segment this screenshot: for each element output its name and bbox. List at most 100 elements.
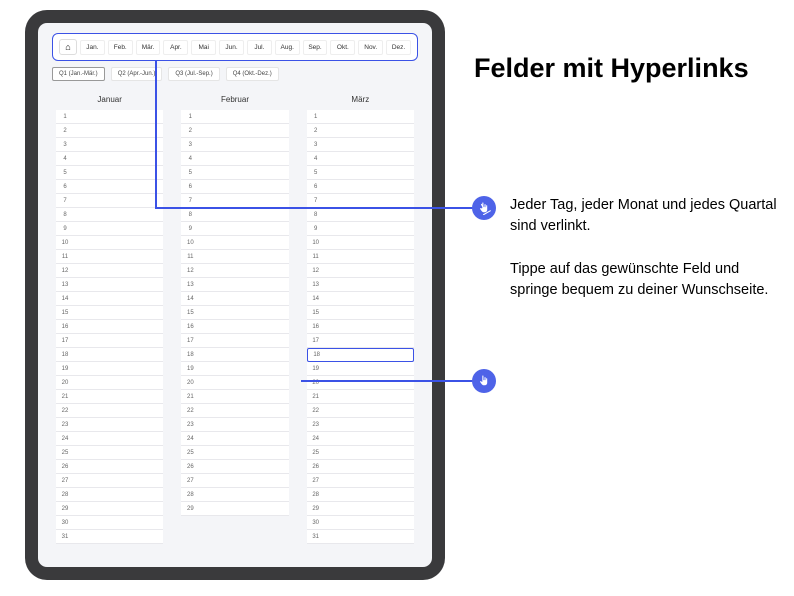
- day-cell[interactable]: 9: [56, 222, 163, 236]
- day-cell[interactable]: 24: [56, 432, 163, 446]
- day-cell[interactable]: 15: [56, 306, 163, 320]
- day-cell[interactable]: 3: [307, 138, 414, 152]
- day-cell[interactable]: 23: [181, 418, 288, 432]
- day-cell[interactable]: 29: [181, 502, 288, 516]
- day-cell[interactable]: 26: [307, 460, 414, 474]
- day-cell[interactable]: 1: [56, 110, 163, 124]
- month-tab-jun[interactable]: Jun.: [219, 40, 244, 55]
- day-cell[interactable]: 23: [56, 418, 163, 432]
- month-tab-aug[interactable]: Aug.: [275, 40, 300, 55]
- month-tab-apr[interactable]: Apr.: [163, 40, 188, 55]
- day-cell[interactable]: 17: [181, 334, 288, 348]
- day-cell[interactable]: 27: [307, 474, 414, 488]
- day-cell[interactable]: 7: [56, 194, 163, 208]
- day-cell[interactable]: 2: [307, 124, 414, 138]
- month-tab-feb[interactable]: Feb.: [108, 40, 133, 55]
- day-cell[interactable]: 8: [307, 208, 414, 222]
- day-cell[interactable]: 5: [307, 166, 414, 180]
- day-cell[interactable]: 20: [56, 376, 163, 390]
- day-cell[interactable]: 25: [181, 446, 288, 460]
- day-cell[interactable]: 6: [181, 180, 288, 194]
- month-tab-mai[interactable]: Mai: [191, 40, 216, 55]
- month-tab-dez[interactable]: Dez.: [386, 40, 411, 55]
- day-cell[interactable]: 20: [307, 376, 414, 390]
- day-cell[interactable]: 18: [56, 348, 163, 362]
- day-cell[interactable]: 6: [307, 180, 414, 194]
- day-cell[interactable]: 9: [307, 222, 414, 236]
- day-cell[interactable]: 18: [307, 348, 414, 362]
- day-cell[interactable]: 19: [307, 362, 414, 376]
- day-cell[interactable]: 10: [181, 236, 288, 250]
- day-cell[interactable]: 28: [307, 488, 414, 502]
- day-cell[interactable]: 7: [307, 194, 414, 208]
- day-cell[interactable]: 14: [307, 292, 414, 306]
- day-cell[interactable]: 26: [181, 460, 288, 474]
- day-cell[interactable]: 22: [56, 404, 163, 418]
- day-cell[interactable]: 8: [181, 208, 288, 222]
- day-cell[interactable]: 5: [181, 166, 288, 180]
- quarter-tab-q1[interactable]: Q1 (Jan.-Mär.): [52, 67, 105, 81]
- day-cell[interactable]: 26: [56, 460, 163, 474]
- month-tab-sep[interactable]: Sep.: [303, 40, 328, 55]
- day-cell[interactable]: 3: [181, 138, 288, 152]
- day-cell[interactable]: 10: [56, 236, 163, 250]
- day-cell[interactable]: 18: [181, 348, 288, 362]
- day-cell[interactable]: 2: [181, 124, 288, 138]
- day-cell[interactable]: 4: [56, 152, 163, 166]
- day-cell[interactable]: 12: [181, 264, 288, 278]
- day-cell[interactable]: 13: [181, 278, 288, 292]
- month-tab-jul[interactable]: Jul.: [247, 40, 272, 55]
- month-tab-okt[interactable]: Okt.: [330, 40, 355, 55]
- month-tab-jan[interactable]: Jan.: [80, 40, 105, 55]
- day-cell[interactable]: 13: [56, 278, 163, 292]
- day-cell[interactable]: 16: [307, 320, 414, 334]
- day-cell[interactable]: 27: [181, 474, 288, 488]
- quarter-tab-q4[interactable]: Q4 (Okt.-Dez.): [226, 67, 279, 81]
- day-cell[interactable]: 28: [56, 488, 163, 502]
- day-cell[interactable]: 17: [56, 334, 163, 348]
- day-cell[interactable]: 15: [307, 306, 414, 320]
- day-cell[interactable]: 16: [56, 320, 163, 334]
- day-cell[interactable]: 25: [307, 446, 414, 460]
- day-cell[interactable]: 22: [181, 404, 288, 418]
- day-cell[interactable]: 28: [181, 488, 288, 502]
- day-cell[interactable]: 4: [181, 152, 288, 166]
- day-cell[interactable]: 10: [307, 236, 414, 250]
- day-cell[interactable]: 24: [307, 432, 414, 446]
- day-cell[interactable]: 21: [56, 390, 163, 404]
- home-button[interactable]: ⌂: [59, 39, 77, 55]
- day-cell[interactable]: 16: [181, 320, 288, 334]
- day-cell[interactable]: 20: [181, 376, 288, 390]
- day-cell[interactable]: 12: [307, 264, 414, 278]
- day-cell[interactable]: 31: [56, 530, 163, 544]
- day-cell[interactable]: 11: [56, 250, 163, 264]
- day-cell[interactable]: 19: [56, 362, 163, 376]
- day-cell[interactable]: 27: [56, 474, 163, 488]
- day-cell[interactable]: 21: [181, 390, 288, 404]
- day-cell[interactable]: 30: [307, 516, 414, 530]
- day-cell[interactable]: 6: [56, 180, 163, 194]
- day-cell[interactable]: 1: [181, 110, 288, 124]
- day-cell[interactable]: 17: [307, 334, 414, 348]
- day-cell[interactable]: 15: [181, 306, 288, 320]
- day-cell[interactable]: 5: [56, 166, 163, 180]
- day-cell[interactable]: 22: [307, 404, 414, 418]
- day-cell[interactable]: 8: [56, 208, 163, 222]
- day-cell[interactable]: 29: [56, 502, 163, 516]
- day-cell[interactable]: 11: [307, 250, 414, 264]
- day-cell[interactable]: 7: [181, 194, 288, 208]
- day-cell[interactable]: 23: [307, 418, 414, 432]
- day-cell[interactable]: 11: [181, 250, 288, 264]
- day-cell[interactable]: 31: [307, 530, 414, 544]
- day-cell[interactable]: 29: [307, 502, 414, 516]
- day-cell[interactable]: 9: [181, 222, 288, 236]
- day-cell[interactable]: 2: [56, 124, 163, 138]
- day-cell[interactable]: 14: [56, 292, 163, 306]
- day-cell[interactable]: 14: [181, 292, 288, 306]
- day-cell[interactable]: 4: [307, 152, 414, 166]
- day-cell[interactable]: 12: [56, 264, 163, 278]
- day-cell[interactable]: 25: [56, 446, 163, 460]
- month-tab-nov[interactable]: Nov.: [358, 40, 383, 55]
- quarter-tab-q3[interactable]: Q3 (Jul.-Sep.): [168, 67, 219, 81]
- month-tab-mär[interactable]: Mär.: [136, 40, 161, 55]
